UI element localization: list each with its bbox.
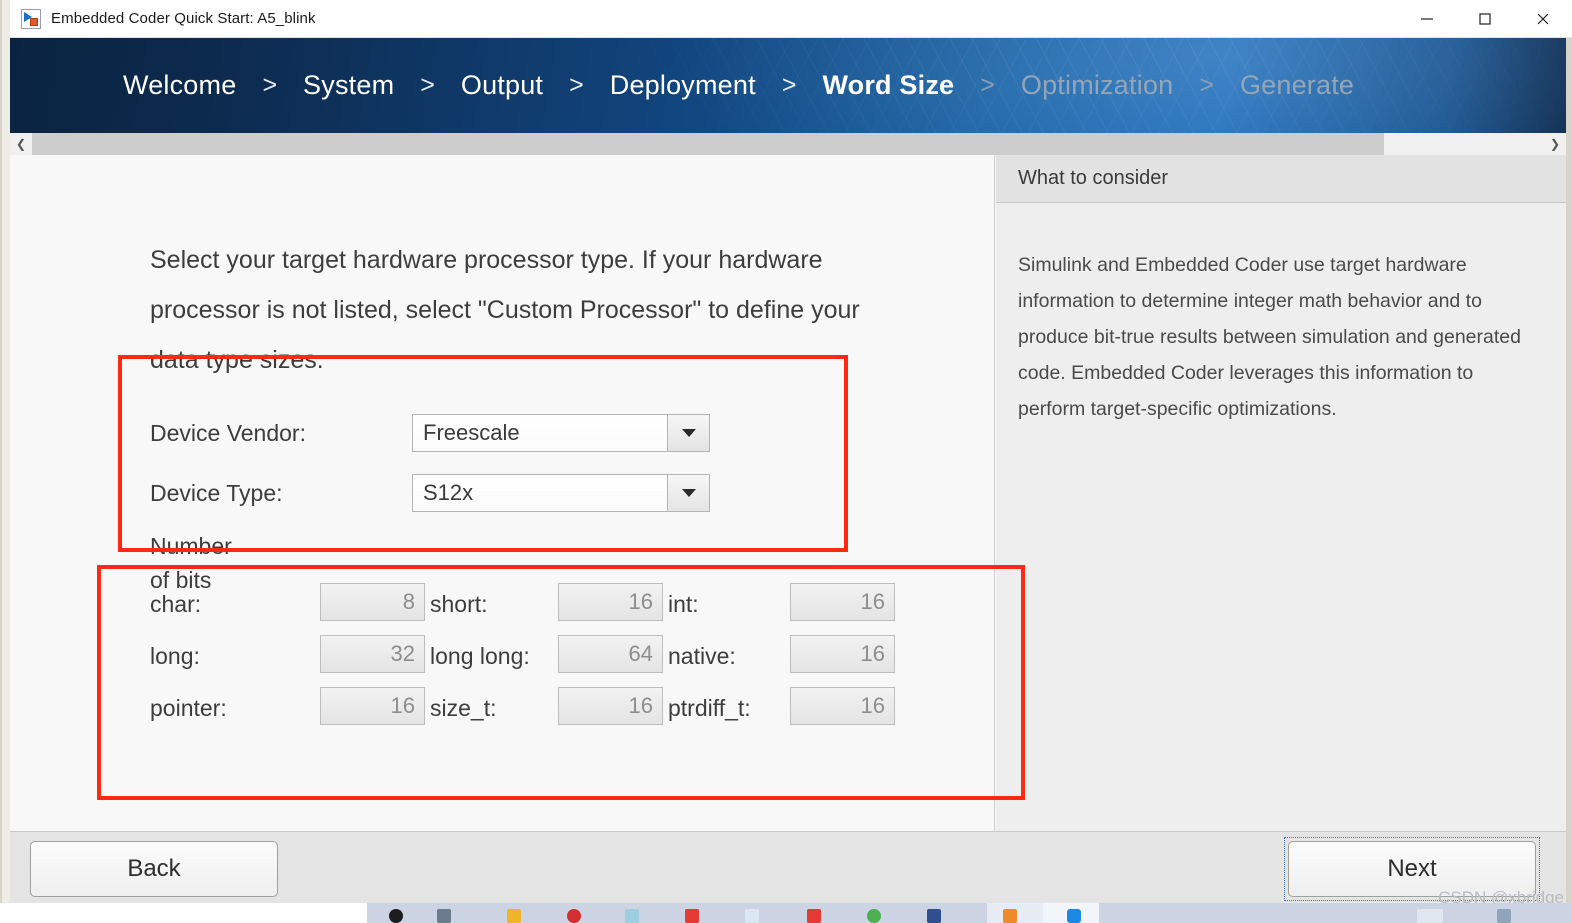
chevron-down-icon[interactable] [667, 415, 709, 451]
close-icon [1537, 13, 1549, 24]
window-left-edge-inner [2, 0, 10, 903]
taskbar-icon-4[interactable] [567, 909, 581, 923]
device-type-value: S12x [413, 475, 667, 511]
taskbar-icon-2[interactable] [437, 909, 451, 923]
taskbar [367, 903, 1572, 923]
chevron-down-icon[interactable] [667, 475, 709, 511]
breadcrumb: Welcome > System > Output > Deployment >… [10, 38, 1566, 133]
back-button[interactable]: Back [30, 841, 278, 897]
taskbar-icon-3[interactable] [507, 909, 521, 923]
taskbar-icon-13[interactable] [1417, 909, 1443, 923]
scrollbar-track[interactable] [32, 132, 1544, 155]
maximize-icon [1479, 12, 1491, 25]
breadcrumb-step-deployment[interactable]: Deployment [610, 70, 756, 101]
maximize-button[interactable] [1456, 0, 1514, 38]
bits-label-ptrdiff-t: ptrdiff_t: [668, 695, 751, 721]
device-form: Device Vendor: Freescale Device Type: S1… [150, 403, 910, 523]
scroll-right-arrow-icon[interactable]: ❯ [1544, 132, 1566, 155]
breadcrumb-separator: > [262, 71, 278, 99]
left-pane: Select your target hardware processor ty… [10, 155, 995, 831]
help-panel-title: What to consider [1018, 167, 1169, 189]
breadcrumb-separator: > [781, 71, 797, 99]
bits-label-short: short: [430, 591, 488, 617]
bits-input-size-t[interactable]: 16 [558, 687, 663, 725]
device-vendor-value: Freescale [413, 415, 667, 451]
taskbar-icon-8[interactable] [807, 909, 821, 923]
bits-input-native[interactable]: 16 [790, 635, 895, 673]
bits-input-int[interactable]: 16 [790, 583, 895, 621]
taskbar-icon-14[interactable] [1497, 909, 1511, 923]
breadcrumb-step-system[interactable]: System [303, 70, 394, 101]
bits-grid: char: 8 short: 16 int: 16 long: 32 long … [150, 583, 900, 725]
breadcrumb-separator: > [1199, 71, 1214, 99]
bits-label-int: int: [668, 591, 699, 617]
help-panel: What to consider Simulink and Embedded C… [996, 155, 1566, 831]
intro-text: Select your target hardware processor ty… [150, 246, 860, 374]
simulink-icon-square [30, 17, 38, 26]
desktop-truncated-text [6, 905, 10, 922]
bits-input-pointer[interactable]: 16 [320, 687, 425, 725]
taskbar-icon-12[interactable] [1067, 909, 1081, 923]
bits-label-long-long: long long: [430, 643, 530, 669]
bits-input-char[interactable]: 8 [320, 583, 425, 621]
scroll-left-arrow-icon[interactable]: ❮ [10, 132, 32, 155]
minimize-button[interactable] [1398, 0, 1456, 38]
bits-input-short[interactable]: 16 [558, 583, 663, 621]
breadcrumb-separator: > [980, 71, 995, 99]
scrollbar-thumb[interactable] [32, 132, 1384, 155]
device-vendor-select[interactable]: Freescale [412, 414, 710, 452]
window-controls [1398, 0, 1572, 38]
taskbar-icon-5[interactable] [625, 909, 639, 923]
content-area: Select your target hardware processor ty… [10, 155, 1566, 831]
device-type-select[interactable]: S12x [412, 474, 710, 512]
wizard-banner: Welcome > System > Output > Deployment >… [10, 38, 1566, 133]
bits-input-long-long[interactable]: 64 [558, 635, 663, 673]
breadcrumb-step-welcome[interactable]: Welcome [123, 70, 236, 101]
close-button[interactable] [1514, 0, 1572, 38]
breadcrumb-step-word-size[interactable]: Word Size [822, 70, 954, 101]
minimize-icon [1421, 17, 1433, 20]
window-title: Embedded Coder Quick Start: A5_blink [51, 10, 316, 27]
horizontal-scrollbar[interactable]: ❮ ❯ [10, 132, 1566, 155]
device-type-row: Device Type: S12x [150, 463, 910, 523]
help-panel-text: Simulink and Embedded Coder use target h… [1018, 254, 1521, 420]
bits-input-ptrdiff-t[interactable]: 16 [790, 687, 895, 725]
breadcrumb-step-generate[interactable]: Generate [1240, 70, 1354, 101]
title-bar: Embedded Coder Quick Start: A5_blink [10, 0, 1572, 38]
device-vendor-label: Device Vendor: [150, 419, 306, 446]
taskbar-icon-11[interactable] [1003, 909, 1017, 923]
bits-input-long[interactable]: 32 [320, 635, 425, 673]
help-panel-body: Simulink and Embedded Coder use target h… [996, 203, 1566, 427]
desktop-strip [0, 903, 1572, 923]
taskbar-icon-9[interactable] [867, 909, 881, 923]
window-left-edge [0, 0, 10, 903]
breadcrumb-step-optimization[interactable]: Optimization [1021, 70, 1173, 101]
device-type-label: Device Type: [150, 479, 283, 506]
bits-label-char: char: [150, 591, 202, 617]
breadcrumb-step-output[interactable]: Output [461, 70, 543, 101]
breadcrumb-separator: > [420, 71, 435, 99]
taskbar-icon-6[interactable] [685, 909, 699, 923]
taskbar-icon-1[interactable] [389, 909, 403, 923]
footer-bar: Back Next [10, 831, 1566, 913]
taskbar-icon-10[interactable] [927, 909, 941, 923]
bits-label-size-t: size_t: [430, 695, 497, 721]
bits-label-pointer: pointer: [150, 695, 227, 721]
bits-label-native: native: [668, 643, 736, 669]
help-panel-header: What to consider [996, 155, 1566, 203]
simulink-icon [21, 8, 41, 29]
taskbar-icon-7[interactable] [745, 909, 759, 923]
bits-label-long: long: [150, 643, 200, 669]
breadcrumb-separator: > [569, 71, 584, 99]
device-vendor-row: Device Vendor: Freescale [150, 403, 910, 463]
application-window: Embedded Coder Quick Start: A5_blink Wel… [0, 0, 1572, 923]
